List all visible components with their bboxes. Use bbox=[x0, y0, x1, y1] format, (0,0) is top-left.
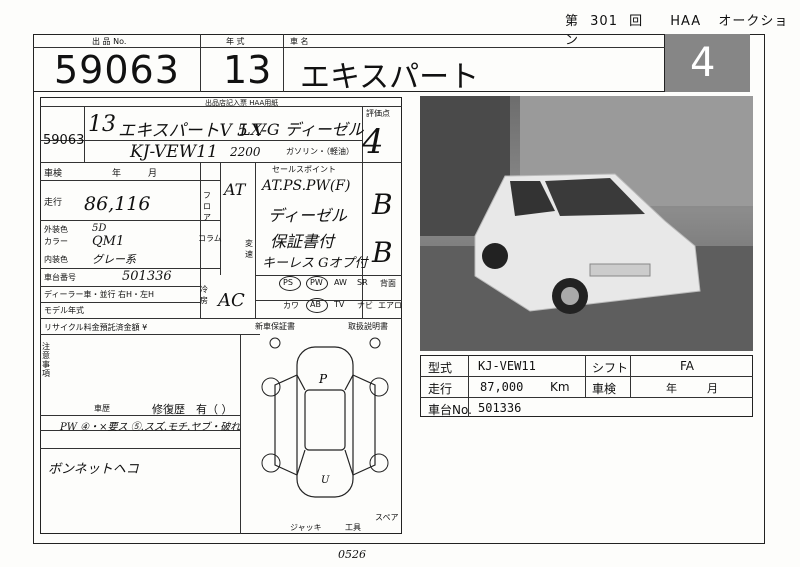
sheet-lot-number: 59063 bbox=[43, 133, 85, 148]
model-year: 13 bbox=[223, 48, 272, 92]
sheet-chassis: 501336 bbox=[122, 269, 172, 284]
spec-shift-value: FA bbox=[680, 359, 695, 373]
pw-circle bbox=[306, 276, 328, 291]
score-label: 評価点 bbox=[366, 109, 390, 118]
history-label: 車歴 bbox=[94, 404, 110, 413]
sheet-interior: グレー系 bbox=[92, 253, 136, 266]
repair-label: 修復歴 bbox=[152, 403, 185, 416]
sales-point-3: 保証書付 bbox=[270, 232, 335, 251]
sheet-type: KJ-VEW11 bbox=[130, 142, 218, 162]
month-word: 月 bbox=[148, 169, 158, 179]
interior-score-2: B bbox=[372, 236, 393, 269]
spec-model-value: KJ-VEW11 bbox=[478, 359, 536, 373]
equip-leather: カワ bbox=[283, 301, 299, 310]
footer-note: 0526 bbox=[338, 548, 366, 561]
car-photo bbox=[420, 96, 753, 351]
sales-point-4: キーレス Gオプ付 bbox=[262, 256, 368, 271]
spec-inspection-label: 車検 bbox=[592, 382, 617, 396]
spec-mileage-unit: Km bbox=[550, 380, 570, 394]
mileage-label: 走行 bbox=[44, 198, 63, 208]
equip-aero: エアロ bbox=[378, 301, 402, 310]
car-name: エキスパート bbox=[300, 60, 480, 95]
svg-text:P: P bbox=[318, 372, 328, 386]
sales-label: セールスポイント bbox=[272, 165, 336, 174]
sheet-doors: 5D bbox=[92, 223, 107, 234]
interior-label: 内装色 bbox=[44, 255, 68, 264]
sheet-mileage: 86,116 bbox=[84, 193, 151, 215]
color-label: カラー bbox=[44, 237, 68, 246]
spec-mileage-value: 87,000 bbox=[480, 380, 524, 394]
sheet-score: 4 bbox=[362, 122, 384, 162]
ac-label: 冷房 bbox=[200, 285, 208, 305]
spec-chassis-label: 車台No. bbox=[428, 403, 472, 417]
sheet-year: 13 bbox=[88, 112, 116, 137]
sheet-shift: AT bbox=[224, 180, 246, 199]
session-number: 301 bbox=[590, 14, 618, 29]
equip-rear: 背面 bbox=[380, 279, 396, 288]
transmission-label: 変速 bbox=[245, 239, 253, 259]
manual: 取扱説明書 bbox=[348, 322, 388, 331]
interior-score-1: B bbox=[372, 188, 393, 221]
sales-point-1: AT.PS.PW(F) bbox=[262, 178, 351, 194]
spare-label: スペア bbox=[375, 513, 399, 522]
lot-number: 59063 bbox=[54, 48, 180, 92]
grade-value: 4 bbox=[690, 40, 716, 86]
sheet-ac: AC bbox=[218, 290, 245, 311]
spec-inspection-year: 年 bbox=[666, 382, 677, 395]
shape-label: 外装色 bbox=[44, 225, 68, 234]
car-damage-diagram: P U bbox=[261, 337, 389, 498]
equip-navi: ナビ bbox=[357, 301, 373, 310]
new-warranty: 新車保証書 bbox=[255, 322, 295, 331]
name-label: 車 名 bbox=[290, 37, 309, 46]
tools-label: 工具 bbox=[345, 523, 361, 532]
recycle-label: リサイクル料金預託済金額 ¥ bbox=[44, 323, 148, 332]
spec-chassis-value: 501336 bbox=[478, 401, 522, 415]
spec-mileage-label: 走行 bbox=[428, 382, 453, 396]
floor-label: フロア bbox=[203, 191, 211, 222]
dealer-label: ディーラー車・並行 右H・左H bbox=[44, 290, 155, 299]
spec-inspection-month: 月 bbox=[707, 382, 718, 395]
car-photo-drawing bbox=[420, 96, 753, 351]
sheet-fuel: ガソリン・（軽油） bbox=[286, 147, 354, 156]
spec-shift-label: シフト bbox=[592, 361, 629, 375]
svg-text:U: U bbox=[321, 475, 330, 486]
sheet-grade: LX-G ディーゼル bbox=[240, 120, 364, 139]
year-label: 年 式 bbox=[226, 37, 245, 46]
sheet-displacement: 2200 bbox=[230, 145, 261, 159]
ps-circle bbox=[279, 276, 301, 291]
sales-point-2: ディーゼル bbox=[268, 206, 347, 225]
equip-aw: AW bbox=[334, 278, 347, 287]
ab-circle bbox=[306, 298, 328, 313]
model-year-label: モデル年式 bbox=[44, 306, 84, 315]
column-label: コラム bbox=[198, 234, 222, 243]
auction-house: HAA bbox=[670, 14, 702, 29]
notes-label: 注意事項 bbox=[42, 342, 50, 378]
year-word: 年 bbox=[112, 169, 122, 179]
session-prefix: 第 bbox=[565, 14, 580, 29]
inspection-label: 車検 bbox=[44, 169, 63, 179]
sheet-color: QM1 bbox=[92, 234, 125, 249]
chassis-label: 車台番号 bbox=[44, 273, 76, 282]
lot-label: 出 品 No. bbox=[92, 37, 127, 46]
condition-line: PW ④・×要ス ⑤.スズ.モチ.ヤブ・破れ bbox=[60, 422, 241, 433]
jack-label: ジャッキ bbox=[290, 523, 322, 532]
session-suffix: 回 bbox=[629, 14, 644, 29]
equip-tv: TV bbox=[334, 300, 345, 309]
equip-sr: SR bbox=[357, 278, 368, 287]
spec-model-label: 型式 bbox=[428, 361, 453, 375]
remark: ボンネットヘコ bbox=[48, 462, 139, 477]
repair-value: 有（ ） bbox=[196, 403, 233, 416]
